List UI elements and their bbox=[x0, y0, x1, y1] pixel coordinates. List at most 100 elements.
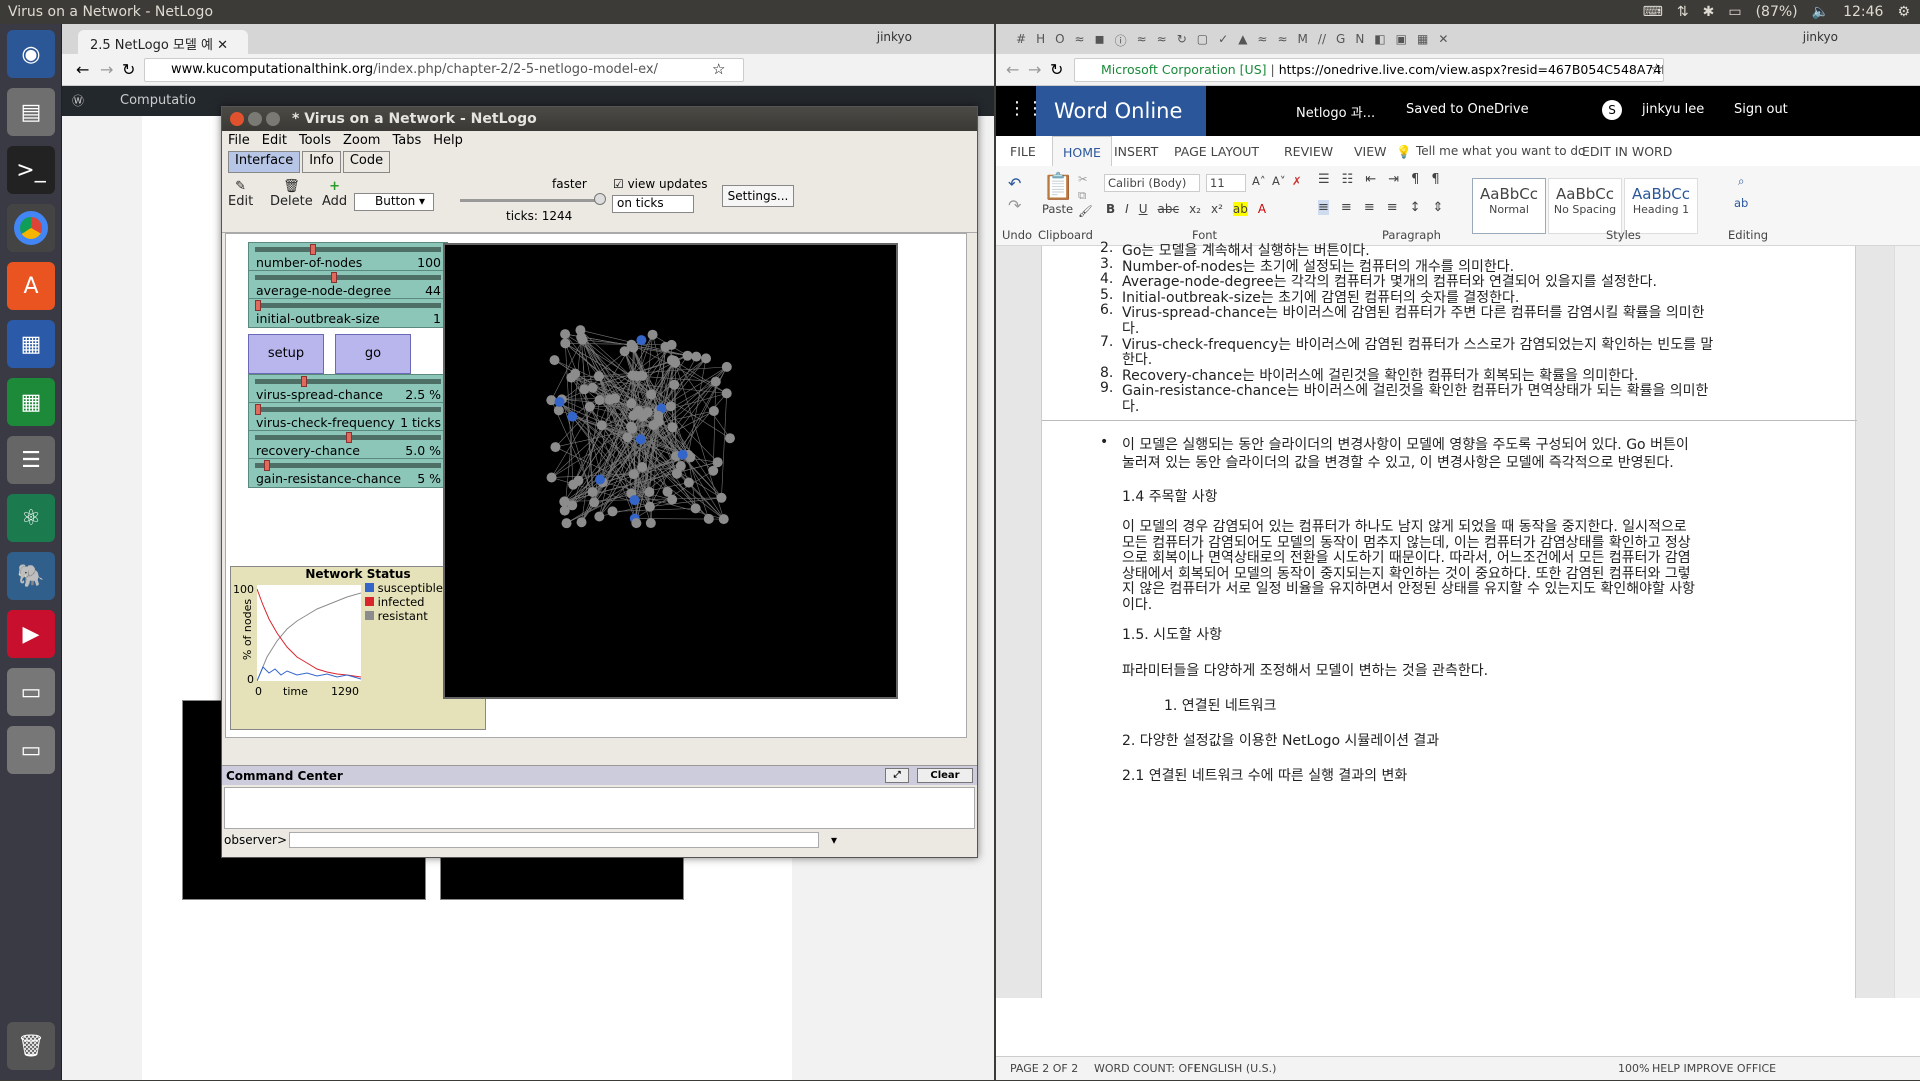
slider-gain-resistance-chance[interactable]: gain-resistance-chance5 % bbox=[248, 458, 448, 488]
help-improve-link[interactable]: HELP IMPROVE OFFICE bbox=[1652, 1057, 1776, 1081]
tab-file[interactable]: FILE bbox=[1010, 144, 1036, 159]
menu-edit[interactable]: Edit bbox=[262, 131, 287, 151]
back-icon[interactable]: ← bbox=[76, 60, 89, 79]
slider-track[interactable] bbox=[255, 463, 441, 468]
bold-icon[interactable]: B bbox=[1106, 202, 1115, 216]
tab-page-layout[interactable]: PAGE LAYOUT bbox=[1174, 144, 1259, 159]
history-dropdown-icon[interactable]: ▾ bbox=[831, 833, 837, 847]
files-icon[interactable]: ▤ bbox=[7, 88, 55, 136]
world-view[interactable] bbox=[443, 243, 898, 699]
font-color-icon[interactable]: A bbox=[1258, 202, 1266, 216]
setup-button[interactable]: setup bbox=[248, 334, 324, 374]
tab-view[interactable]: VIEW bbox=[1354, 144, 1387, 159]
copy-icon[interactable]: ⧉ bbox=[1078, 188, 1086, 203]
ltr-icon[interactable]: ¶ bbox=[1411, 172, 1419, 187]
slider-track[interactable] bbox=[255, 303, 441, 308]
slider-knob[interactable] bbox=[255, 300, 261, 311]
writer-icon[interactable]: ▦ bbox=[7, 320, 55, 368]
keyboard-icon[interactable]: ⌨ bbox=[1643, 0, 1663, 24]
settings-button[interactable]: Settings... bbox=[722, 185, 794, 207]
tab-code[interactable]: Code bbox=[343, 151, 390, 173]
clock[interactable]: 12:46 bbox=[1843, 0, 1883, 24]
grow-font-icon[interactable]: A˄ bbox=[1252, 174, 1266, 188]
minimize-icon[interactable] bbox=[248, 112, 262, 126]
profile-label[interactable]: jinkyo bbox=[877, 30, 912, 44]
highlight-icon[interactable]: ab bbox=[1233, 202, 1248, 216]
command-input[interactable] bbox=[289, 832, 819, 848]
address-bar[interactable]: www.kucomputationalthink.org/index.php/c… bbox=[144, 58, 744, 82]
align-center-icon[interactable]: ≡ bbox=[1341, 200, 1352, 215]
software-center-icon[interactable]: A bbox=[7, 262, 55, 310]
wordpress-icon[interactable]: Ⓦ bbox=[72, 92, 84, 109]
terminal-icon[interactable]: >_ bbox=[7, 146, 55, 194]
find-icon[interactable]: ⌕ bbox=[1738, 174, 1744, 189]
style-no-spacing[interactable]: AaBbCcNo Spacing bbox=[1548, 178, 1622, 234]
address-bar[interactable]: Microsoft Corporation [US] | https://one… bbox=[1074, 58, 1664, 82]
dash-icon[interactable]: ◉ bbox=[7, 30, 55, 78]
network-icon[interactable]: ⇅ bbox=[1677, 0, 1689, 24]
tell-me-box[interactable]: Tell me what you want to do bbox=[1416, 144, 1585, 158]
word-online-brand[interactable]: Word Online bbox=[1036, 86, 1206, 136]
profile-label[interactable]: jinkyo bbox=[1803, 30, 1838, 44]
edit-button[interactable]: ✎Edit bbox=[228, 179, 253, 209]
format-painter-icon[interactable]: 🖌 bbox=[1078, 204, 1093, 218]
align-left-icon[interactable]: ≡ bbox=[1318, 200, 1329, 215]
close-icon[interactable]: ✕ bbox=[217, 38, 228, 53]
tab-info[interactable]: Info bbox=[302, 151, 341, 173]
subscript-icon[interactable]: x₂ bbox=[1189, 202, 1201, 216]
align-right-icon[interactable]: ≡ bbox=[1364, 200, 1375, 215]
add-button[interactable]: +Add bbox=[322, 179, 347, 209]
view-updates-checkbox[interactable]: ☑ view updates bbox=[613, 177, 708, 191]
slider-knob[interactable] bbox=[301, 376, 307, 387]
signout-link[interactable]: Sign out bbox=[1734, 102, 1788, 117]
trash-icon[interactable]: 🗑 bbox=[7, 1022, 55, 1070]
slider-recovery-chance[interactable]: recovery-chance5.0 % bbox=[248, 430, 448, 460]
disk-icon[interactable]: ▭ bbox=[7, 668, 55, 716]
user-name[interactable]: jinkyu lee bbox=[1642, 102, 1704, 117]
cut-icon[interactable]: ✂ bbox=[1078, 172, 1088, 186]
go-button[interactable]: go bbox=[335, 334, 411, 374]
paragraph-spacing-icon[interactable]: ⇕ bbox=[1433, 200, 1444, 215]
reload-icon[interactable]: ↻ bbox=[122, 60, 135, 79]
undo-icon[interactable]: ↶ bbox=[1008, 174, 1021, 193]
strikethrough-icon[interactable]: abc bbox=[1158, 202, 1180, 216]
slider-knob[interactable] bbox=[255, 404, 261, 415]
reload-icon[interactable]: ↻ bbox=[1050, 60, 1063, 79]
style-heading1[interactable]: AaBbCcHeading 1 bbox=[1624, 178, 1698, 234]
clear-format-icon[interactable]: ✗ bbox=[1292, 174, 1302, 188]
justify-icon[interactable]: ≡ bbox=[1387, 200, 1398, 215]
clear-button[interactable]: Clear bbox=[917, 768, 973, 783]
update-mode-select[interactable]: on ticks bbox=[612, 195, 694, 213]
menu-tools[interactable]: Tools bbox=[299, 131, 331, 151]
slider-average-node-degree[interactable]: average-node-degree44 bbox=[248, 270, 448, 300]
shrink-font-icon[interactable]: A˅ bbox=[1272, 174, 1286, 188]
tab-insert[interactable]: INSERT bbox=[1114, 144, 1158, 159]
document-name[interactable]: Netlogo 과... bbox=[1296, 102, 1375, 121]
volume-icon[interactable]: 🔈 bbox=[1812, 0, 1829, 24]
maximize-icon[interactable] bbox=[266, 112, 280, 126]
slider-virus-check-frequency[interactable]: virus-check-frequency1 ticks bbox=[248, 402, 448, 432]
document-page[interactable]: 2.Go는 모델을 계속해서 실행하는 버튼이다.3.Number-of-nod… bbox=[1041, 246, 1856, 998]
battery-icon[interactable]: ▭ bbox=[1728, 0, 1741, 24]
slider-knob[interactable] bbox=[310, 244, 316, 255]
bluetooth-icon[interactable]: ✱ bbox=[1703, 0, 1715, 24]
font-name-box[interactable]: Calibri (Body) bbox=[1104, 174, 1200, 192]
slider-track[interactable] bbox=[255, 379, 441, 384]
slider-virus-spread-chance[interactable]: virus-spread-chance2.5 % bbox=[248, 374, 448, 404]
menu-file[interactable]: File bbox=[228, 131, 250, 151]
calc-icon[interactable]: ▦ bbox=[7, 378, 55, 426]
doc-scrollbar[interactable] bbox=[1894, 246, 1920, 998]
gear-icon[interactable]: ⚙ bbox=[1897, 0, 1910, 24]
line-spacing-icon[interactable]: ↕ bbox=[1410, 200, 1421, 215]
browser-tab[interactable]: 2.5 NetLogo 모델 예 ✕ bbox=[78, 30, 248, 54]
style-normal[interactable]: AaBbCcNormal bbox=[1472, 178, 1546, 234]
edit-in-word-button[interactable]: EDIT IN WORD bbox=[1582, 144, 1672, 159]
wp-site-link[interactable]: Computatio bbox=[120, 93, 196, 108]
disk-icon-2[interactable]: ▭ bbox=[7, 726, 55, 774]
decrease-indent-icon[interactable]: ⇤ bbox=[1365, 172, 1376, 187]
font-size-box[interactable]: 11 bbox=[1206, 174, 1246, 192]
rtl-icon[interactable]: ¶ bbox=[1431, 172, 1439, 187]
close-icon[interactable] bbox=[230, 112, 244, 126]
pinned-tabs[interactable]: #HO≈◼ⓘ≈≈↻▢✓▲≈≈M//GN◧▣▦✕ bbox=[1016, 32, 1448, 49]
delete-button[interactable]: 🗑Delete bbox=[270, 179, 313, 209]
